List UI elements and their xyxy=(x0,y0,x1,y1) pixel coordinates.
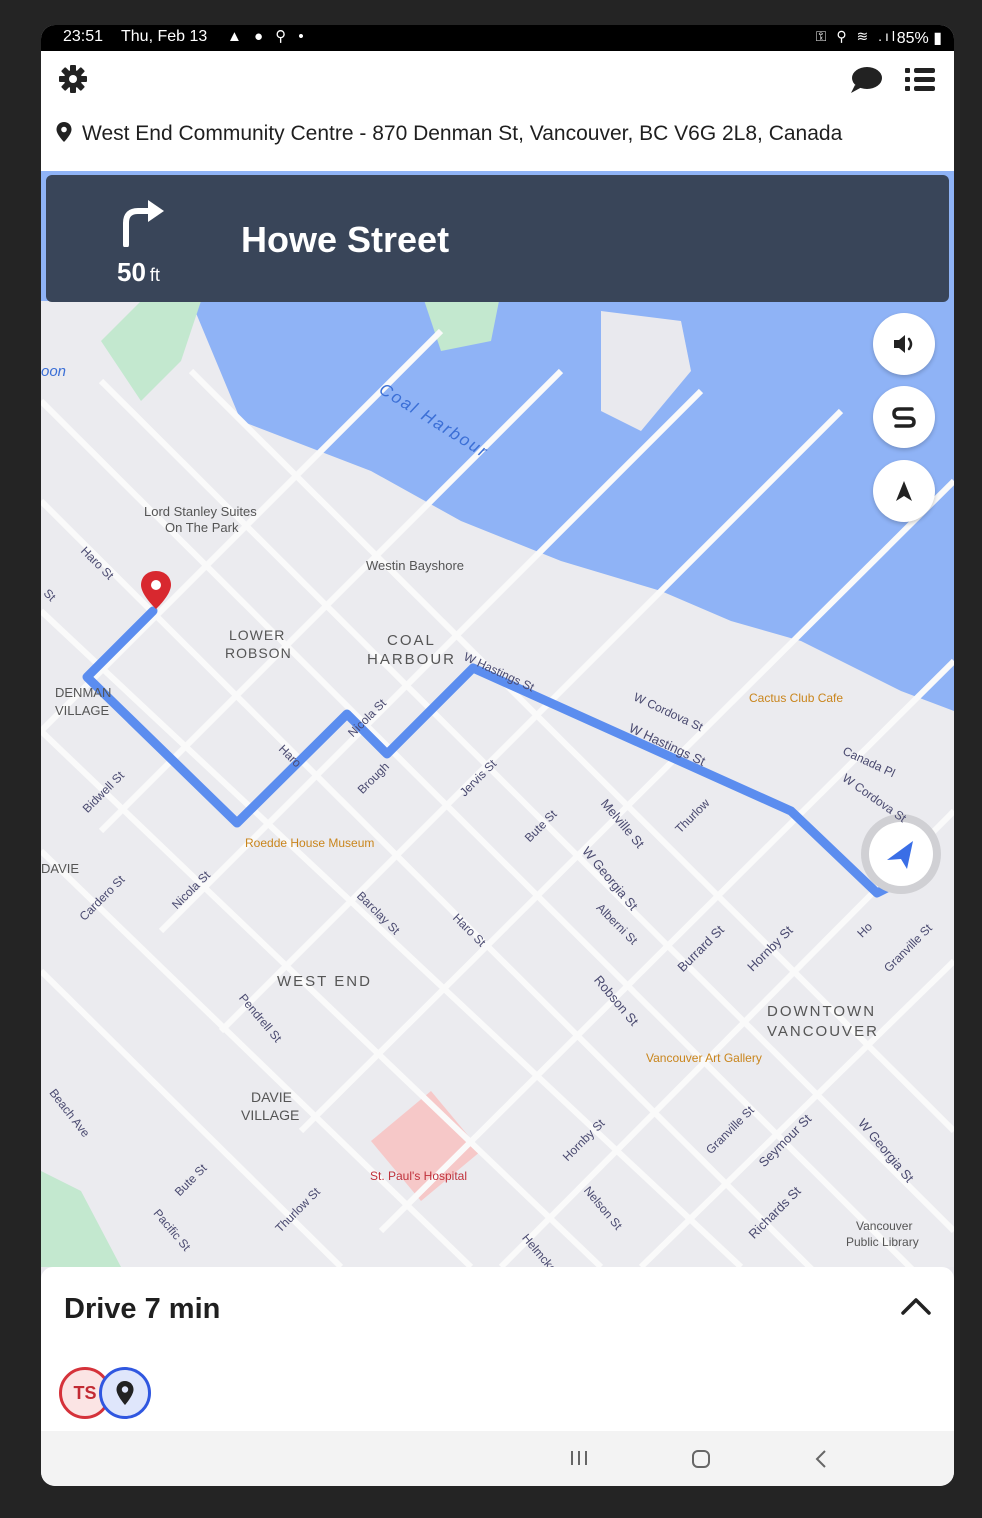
poi-art-gallery[interactable]: Vancouver Art Gallery xyxy=(646,1051,762,1065)
app-header: West End Community Centre - 870 Denman S… xyxy=(41,51,954,171)
poi-st-pauls[interactable]: St. Paul's Hospital xyxy=(370,1169,467,1183)
map-label-davie: DAVIE xyxy=(41,861,80,876)
map-label-coal-harbour-1: COAL xyxy=(387,632,436,649)
map-label-westin: Westin Bayshore xyxy=(366,558,465,573)
status-bar: 23:51 Thu, Feb 13 ▲ ● ⚲ • ⚿ ⚲ ≋ .ıl 85% … xyxy=(41,25,954,51)
device-screen: 23:51 Thu, Feb 13 ▲ ● ⚲ • ⚿ ⚲ ≋ .ıl 85% … xyxy=(41,25,954,1486)
turn-instruction-banner[interactable]: 50 ft Howe Street xyxy=(46,175,949,302)
map-label-lower-robson-1: LOWER xyxy=(229,627,286,643)
map-label-denman-village-2: VILLAGE xyxy=(55,703,110,718)
park-area xyxy=(41,1171,121,1267)
home-icon[interactable] xyxy=(690,1448,712,1470)
chevron-up-icon[interactable] xyxy=(899,1295,933,1317)
current-location-icon xyxy=(861,814,941,894)
turn-distance-unit: ft xyxy=(149,265,160,285)
sound-button[interactable] xyxy=(873,313,935,375)
notification-icons: ▲ ● ⚲ • xyxy=(227,28,308,45)
gear-icon[interactable] xyxy=(57,63,89,95)
map-view[interactable]: oon Coal Harbour Lord Stanley Suites On … xyxy=(41,171,954,1267)
turn-street-name: Howe Street xyxy=(241,219,450,260)
drive-duration: Drive 7 min xyxy=(64,1293,221,1325)
map-label-pier: oon xyxy=(41,363,67,380)
map-label-west-end: WEST END xyxy=(277,973,372,990)
back-icon[interactable] xyxy=(813,1448,829,1470)
volume-icon xyxy=(894,335,913,353)
map-label-downtown-2: VANCOUVER xyxy=(767,1023,879,1040)
route-overview-button[interactable] xyxy=(873,386,935,448)
map-label-lord-stanley-2: On The Park xyxy=(165,520,239,535)
route-overview-icon xyxy=(892,407,916,428)
poi-library-1[interactable]: Vancouver xyxy=(856,1219,912,1233)
recent-apps-icon[interactable] xyxy=(568,1449,590,1467)
status-date: Thu, Feb 13 xyxy=(121,28,208,45)
destination-badge[interactable] xyxy=(99,1367,151,1419)
map-canvas xyxy=(41,171,954,1267)
poi-roedde-house[interactable]: Roedde House Museum xyxy=(245,836,374,850)
turn-distance-value: 50 xyxy=(117,257,146,287)
poi-cactus-club[interactable]: Cactus Club Cafe xyxy=(749,691,843,705)
destination-address[interactable]: West End Community Centre - 870 Denman S… xyxy=(82,122,842,146)
stanley-park xyxy=(101,301,201,401)
system-status-icons: ⚿ ⚲ ≋ .ıl xyxy=(815,28,898,44)
location-pin-icon xyxy=(56,122,72,142)
turn-right-arrow-icon xyxy=(123,200,164,247)
turn-distance: 50 ft xyxy=(117,257,160,288)
battery-indicator: 85% ▮ xyxy=(896,30,942,47)
poi-library-2[interactable]: Public Library xyxy=(846,1235,919,1249)
map-label-davie-village-1: DAVIE xyxy=(251,1089,292,1105)
map-label-davie-village-2: VILLAGE xyxy=(241,1107,300,1123)
map-label-denman-village-1: DENMAN xyxy=(55,685,112,700)
trip-bottom-sheet[interactable]: Drive 7 min TS xyxy=(41,1267,954,1431)
north-arrow-icon xyxy=(896,481,912,501)
location-pin-icon xyxy=(116,1381,134,1405)
list-menu-icon[interactable] xyxy=(903,65,937,95)
system-navigation-bar xyxy=(41,1431,954,1486)
recenter-button[interactable] xyxy=(873,460,935,522)
battery-level: 85% xyxy=(896,30,929,47)
map-label-coal-harbour-2: HARBOUR xyxy=(367,651,457,668)
map-label-downtown-1: DOWNTOWN xyxy=(767,1003,877,1020)
status-time: 23:51 xyxy=(63,28,104,45)
map-label-lord-stanley-1: Lord Stanley Suites xyxy=(144,504,257,519)
chat-bubble-icon[interactable] xyxy=(849,65,883,95)
map-label-lower-robson-2: ROBSON xyxy=(225,645,292,661)
